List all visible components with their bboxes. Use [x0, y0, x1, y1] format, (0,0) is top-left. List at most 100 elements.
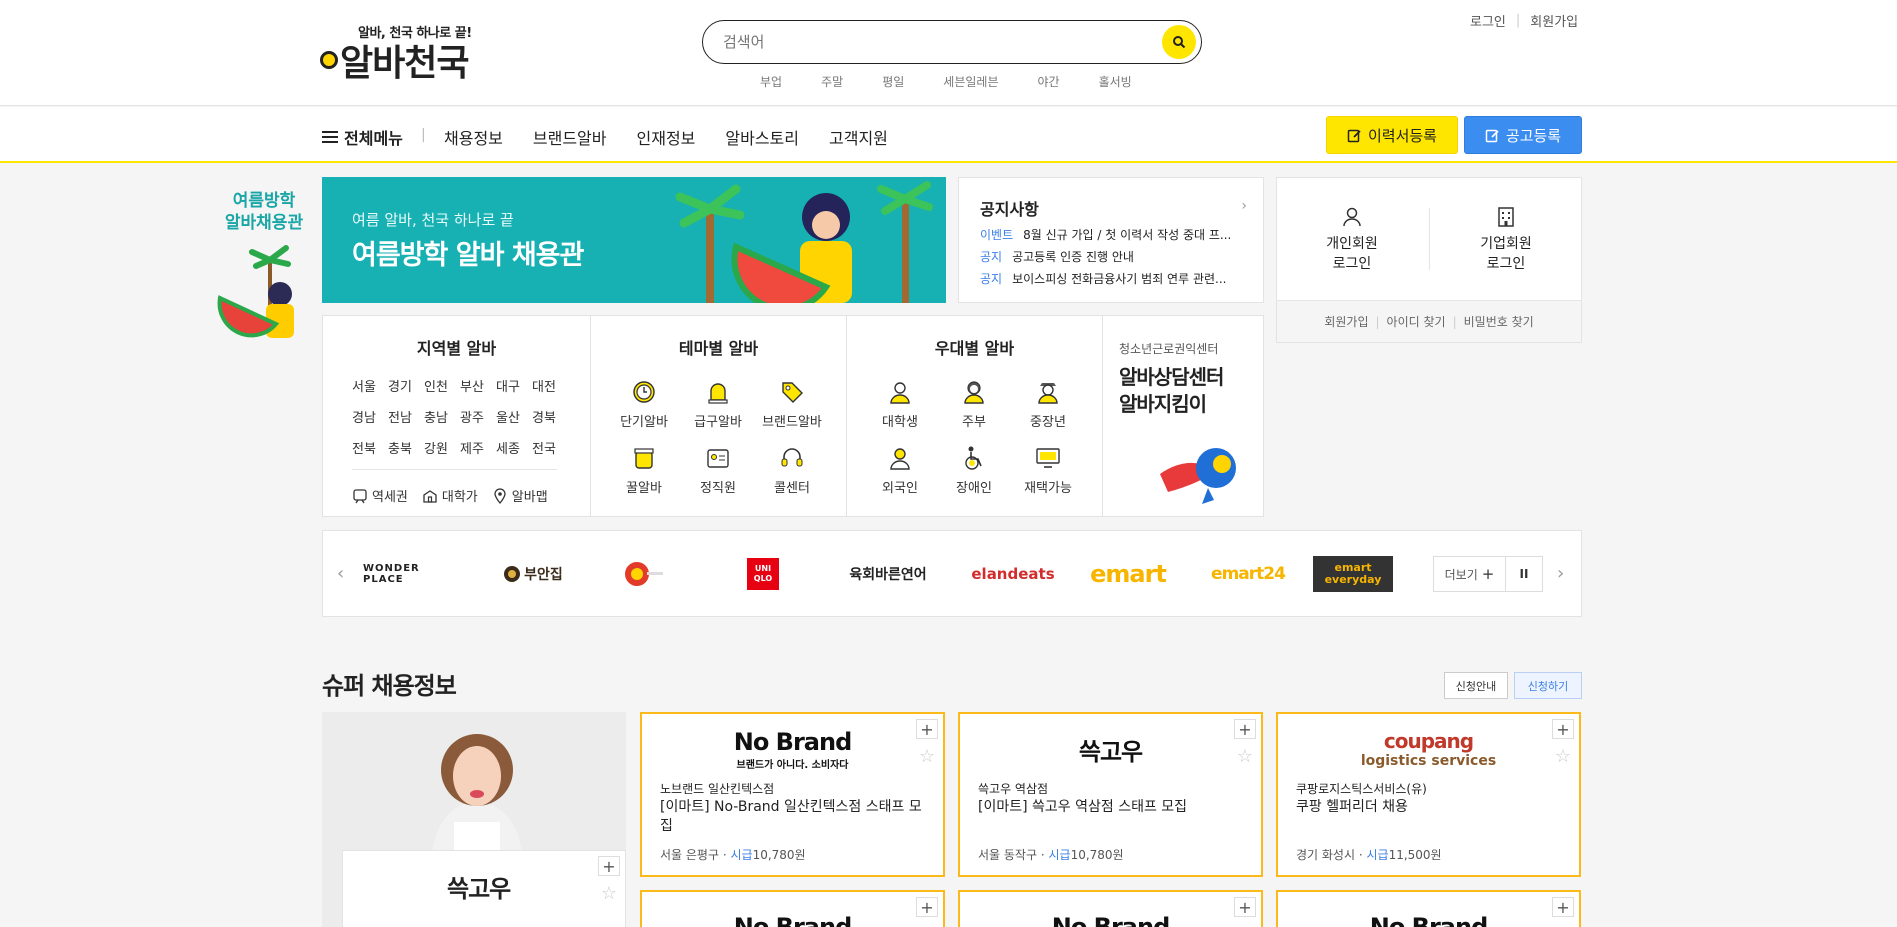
- star-icon[interactable]: ☆: [601, 883, 617, 904]
- benefit-item[interactable]: 장애인: [937, 444, 1011, 496]
- region-link[interactable]: 강원: [424, 438, 460, 457]
- theme-item[interactable]: 브랜드알바: [755, 378, 829, 430]
- job-card[interactable]: + ☆ 쓱고우 쓱고우 역삼점 [이마트] 쓱고우 역삼점 스태프 모집 서울 …: [958, 712, 1263, 877]
- theme-item[interactable]: 콜센터: [755, 444, 829, 496]
- keyword-link[interactable]: 세븐일레븐: [943, 73, 998, 90]
- university-area-link[interactable]: 대학가: [422, 486, 478, 505]
- nav-item-story[interactable]: 알바스토리: [725, 125, 799, 149]
- find-id-link[interactable]: 아이디 찾기: [1387, 313, 1446, 330]
- job-card[interactable]: + No Brand: [958, 890, 1263, 927]
- keyword-link[interactable]: 홀서빙: [1099, 73, 1132, 90]
- region-link[interactable]: 경남: [352, 407, 388, 426]
- theme-item[interactable]: 정직원: [681, 444, 755, 496]
- brand-logo[interactable]: 육회바른연어: [823, 557, 953, 591]
- region-link[interactable]: 경북: [532, 407, 568, 426]
- chevron-left-icon[interactable]: ‹: [337, 563, 344, 584]
- brand-logo[interactable]: 부안집: [483, 557, 583, 591]
- theme-item[interactable]: 단기알바: [607, 378, 681, 430]
- region-link[interactable]: 전국: [532, 438, 568, 457]
- notice-item[interactable]: 이벤트 8월 신규 가입 / 첫 이력서 작성 중대 프...: [980, 224, 1256, 246]
- theme-item[interactable]: 급구알바: [681, 378, 755, 430]
- company-logo: coupang logistics services: [1278, 726, 1579, 772]
- register-resume-button[interactable]: 이력서등록: [1326, 116, 1458, 154]
- benefit-item[interactable]: 외국인: [863, 444, 937, 496]
- map-pin-icon: [494, 487, 506, 504]
- station-area-link[interactable]: 역세권: [352, 486, 408, 505]
- region-link[interactable]: 대구: [496, 376, 532, 395]
- theme-label: 꿀알바: [626, 481, 662, 496]
- nav-item-brand-jobs[interactable]: 브랜드알바: [533, 125, 607, 149]
- nav-item-jobs[interactable]: 채용정보: [444, 125, 503, 149]
- keyword-link[interactable]: 평일: [882, 73, 904, 90]
- region-link[interactable]: 전북: [352, 438, 388, 457]
- region-link[interactable]: 세종: [496, 438, 532, 457]
- job-card[interactable]: + No Brand: [640, 890, 945, 927]
- theme-label: 콜센터: [774, 481, 810, 496]
- brand-logo[interactable]: emart24: [1193, 557, 1303, 591]
- brand-logo[interactable]: UNIQLO: [713, 557, 813, 591]
- region-link[interactable]: 부산: [460, 376, 496, 395]
- region-link[interactable]: 충북: [388, 438, 424, 457]
- super-ad-card[interactable]: + ☆ 쓱고우: [322, 712, 626, 927]
- login-link[interactable]: 로그인: [1470, 11, 1506, 30]
- job-card[interactable]: + ☆ No Brand 브랜드가 아니다. 소비자다 노브랜드 일산킨텍스점 …: [640, 712, 945, 877]
- keyword-link[interactable]: 부업: [760, 73, 782, 90]
- region-link[interactable]: 대전: [532, 376, 568, 395]
- region-link[interactable]: 광주: [460, 407, 496, 426]
- model-photo: [322, 712, 626, 862]
- search-button[interactable]: [1162, 25, 1196, 59]
- foreigner-icon: [890, 448, 910, 470]
- add-button[interactable]: +: [598, 856, 620, 876]
- post-job-button[interactable]: 공고등록: [1464, 116, 1582, 154]
- brand-logo[interactable]: emart: [1078, 557, 1178, 591]
- region-link[interactable]: 전남: [388, 407, 424, 426]
- apply-button[interactable]: 신청하기: [1514, 672, 1582, 699]
- region-link[interactable]: 경기: [388, 376, 424, 395]
- apply-guide-button[interactable]: 신청안내: [1444, 672, 1508, 699]
- keyword-link[interactable]: 주말: [821, 73, 843, 90]
- benefit-item[interactable]: 중장년: [1011, 378, 1085, 430]
- brand-logo[interactable]: [593, 557, 693, 591]
- chevron-right-icon[interactable]: ›: [1241, 198, 1247, 214]
- chevron-right-icon[interactable]: ›: [1557, 563, 1564, 584]
- search-input[interactable]: [723, 31, 1143, 53]
- site-logo[interactable]: 알바천국: [320, 36, 469, 84]
- all-menu-button[interactable]: 전체메뉴: [322, 125, 403, 149]
- theme-label: 급구알바: [694, 415, 742, 430]
- personal-login-button[interactable]: 개인회원 로그인: [1277, 206, 1427, 274]
- find-password-link[interactable]: 비밀번호 찾기: [1464, 313, 1534, 330]
- notice-item[interactable]: 공지 공고등록 인증 진행 안내: [980, 246, 1256, 268]
- benefit-item[interactable]: 주부: [937, 378, 1011, 430]
- brand-logo[interactable]: emart everyday: [1313, 556, 1393, 592]
- divider: |: [1452, 314, 1457, 329]
- job-card[interactable]: + No Brand: [1276, 890, 1581, 927]
- job-card[interactable]: + ☆ coupang logistics services 쿠팡로지스틱스서비…: [1276, 712, 1581, 877]
- benefit-item[interactable]: 재택가능: [1011, 444, 1085, 496]
- region-link[interactable]: 울산: [496, 407, 532, 426]
- company-login-button[interactable]: 기업회원 로그인: [1431, 206, 1581, 274]
- notice-title[interactable]: 공지사항: [980, 196, 1039, 220]
- region-link[interactable]: 충남: [424, 407, 460, 426]
- brand-more-button[interactable]: 더보기 +: [1434, 557, 1506, 591]
- benefit-item[interactable]: 대학생: [863, 378, 937, 430]
- benefit-label: 주부: [962, 415, 986, 430]
- pause-button[interactable]: II: [1506, 557, 1542, 591]
- signup-link[interactable]: 회원가입: [1324, 313, 1368, 330]
- brand-logo[interactable]: WONDER PLACE: [363, 557, 463, 591]
- all-menu-label: 전체메뉴: [344, 129, 403, 148]
- notice-item[interactable]: 공지 보이스피싱 전화금융사기 범죄 연루 관련...: [980, 268, 1256, 290]
- summer-side-banner[interactable]: 여름방학 알바채용관: [216, 190, 312, 350]
- nav-item-talent[interactable]: 인재정보: [637, 125, 696, 149]
- brand-logo[interactable]: elandeats: [963, 557, 1063, 591]
- job-map-link[interactable]: 알바맵: [492, 486, 548, 505]
- subway-icon: [353, 488, 367, 503]
- region-link[interactable]: 제주: [460, 438, 496, 457]
- theme-item[interactable]: 꿀알바: [607, 444, 681, 496]
- counsel-banner[interactable]: 청소년근로권익센터 알바상담센터 알바지킴이: [1103, 316, 1263, 516]
- region-link[interactable]: 서울: [352, 376, 388, 395]
- keyword-link[interactable]: 야간: [1037, 73, 1059, 90]
- signup-link[interactable]: 회원가입: [1530, 11, 1578, 30]
- region-link[interactable]: 인천: [424, 376, 460, 395]
- summer-main-banner[interactable]: 여름 알바, 천국 하나로 끝 여름방학 알바 채용관: [322, 177, 946, 303]
- nav-item-support[interactable]: 고객지원: [829, 125, 888, 149]
